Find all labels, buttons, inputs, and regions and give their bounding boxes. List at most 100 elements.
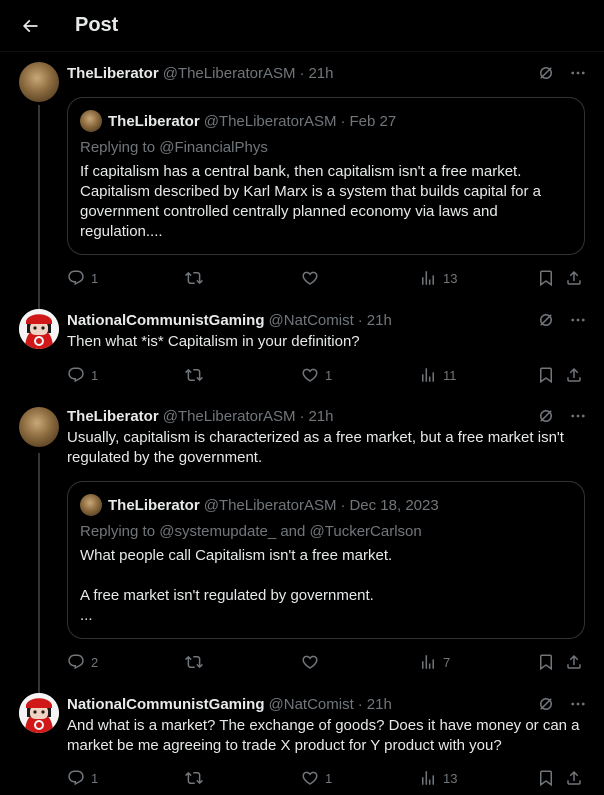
grok-icon[interactable] bbox=[536, 63, 556, 83]
quoted-post[interactable]: TheLiberator @TheLiberatorASM · Feb 27 R… bbox=[67, 97, 585, 255]
timestamp[interactable]: 21h bbox=[367, 696, 392, 713]
page-title: Post bbox=[75, 14, 119, 36]
back-button[interactable] bbox=[10, 6, 50, 46]
repost-button[interactable] bbox=[185, 268, 203, 288]
reply-count: 1 bbox=[91, 270, 99, 286]
author-handle[interactable]: @NatComist bbox=[269, 696, 354, 713]
grok-icon[interactable] bbox=[536, 310, 556, 330]
avatar-image bbox=[19, 693, 59, 733]
repost-button[interactable] bbox=[185, 652, 203, 672]
avatar[interactable] bbox=[19, 309, 59, 349]
avatar-image bbox=[19, 309, 59, 349]
action-bar: 1 13 bbox=[67, 268, 587, 288]
timestamp[interactable]: 21h bbox=[308, 65, 333, 82]
grok-icon[interactable] bbox=[536, 406, 556, 426]
share-button[interactable] bbox=[565, 365, 583, 385]
text-line: regulated by the government. bbox=[67, 449, 263, 466]
heart-icon bbox=[302, 655, 318, 669]
bookmark-button[interactable] bbox=[537, 268, 555, 288]
author-handle[interactable]: @TheLiberatorASM bbox=[163, 65, 296, 82]
like-count: 1 bbox=[325, 367, 333, 383]
post: TheLiberator @TheLiberatorASM · 21h TheL… bbox=[0, 52, 604, 298]
more-icon[interactable] bbox=[568, 694, 588, 714]
quoted-post[interactable]: TheLiberator @TheLiberatorASM · Dec 18, … bbox=[67, 481, 585, 639]
arrow-left-icon bbox=[22, 19, 38, 32]
views-icon bbox=[422, 655, 434, 669]
more-icon[interactable] bbox=[568, 63, 588, 83]
action-bar: 2 7 bbox=[67, 652, 587, 672]
avatar[interactable] bbox=[19, 62, 59, 102]
separator: · bbox=[299, 407, 305, 425]
share-button[interactable] bbox=[565, 268, 583, 288]
more-icon[interactable] bbox=[568, 406, 588, 426]
quoted-avatar bbox=[80, 494, 102, 516]
views-button[interactable]: 13 bbox=[419, 268, 457, 288]
author-name[interactable]: TheLiberator bbox=[67, 65, 159, 82]
repost-button[interactable] bbox=[185, 365, 203, 385]
quoted-text: If capitalism has a central bank, then c… bbox=[80, 162, 570, 242]
views-button[interactable]: 7 bbox=[419, 652, 450, 672]
author-handle[interactable]: @NatComist bbox=[269, 312, 354, 329]
text-line bbox=[80, 566, 570, 586]
bookmark-icon bbox=[540, 270, 552, 287]
heart-icon bbox=[302, 271, 318, 285]
like-button[interactable] bbox=[301, 652, 325, 672]
timestamp[interactable]: 21h bbox=[308, 408, 333, 425]
reply-button[interactable]: 1 bbox=[67, 268, 98, 288]
top-bar: Post bbox=[0, 0, 604, 52]
avatar[interactable] bbox=[19, 693, 59, 733]
text-line: regulation.... bbox=[80, 223, 163, 240]
like-button[interactable]: 1 bbox=[301, 768, 332, 788]
bookmark-button[interactable] bbox=[537, 365, 555, 385]
reply-icon bbox=[68, 770, 84, 786]
views-icon bbox=[422, 271, 434, 285]
author-name[interactable]: NationalCommunistGaming bbox=[67, 312, 265, 329]
author-name[interactable]: TheLiberator bbox=[67, 408, 159, 425]
text-line: A free market isn't regulated by governm… bbox=[80, 587, 374, 604]
bookmark-icon bbox=[540, 367, 552, 384]
post: NationalCommunistGaming @NatComist · 21h… bbox=[0, 299, 604, 397]
share-button[interactable] bbox=[565, 652, 583, 672]
timestamp[interactable]: 21h bbox=[367, 312, 392, 329]
replying-to: Replying to @FinancialPhys bbox=[80, 139, 268, 156]
bookmark-button[interactable] bbox=[537, 768, 555, 788]
quoted-author-handle: @TheLiberatorASM bbox=[203, 112, 337, 130]
repost-icon bbox=[185, 771, 203, 785]
repost-icon bbox=[185, 368, 203, 382]
repost-button[interactable] bbox=[185, 768, 203, 788]
text-line: And what is a market? The exchange of go… bbox=[67, 717, 580, 734]
text-line: What people call Capitalism isn't a free… bbox=[80, 547, 393, 564]
avatar[interactable] bbox=[19, 407, 59, 447]
like-count: 1 bbox=[325, 770, 333, 786]
separator: · bbox=[340, 112, 346, 130]
quoted-author-handle: @TheLiberatorASM bbox=[203, 496, 337, 514]
grok-icon[interactable] bbox=[536, 694, 556, 714]
quoted-timestamp: Dec 18, 2023 bbox=[349, 496, 439, 514]
views-button[interactable]: 11 bbox=[419, 365, 457, 385]
like-button[interactable] bbox=[301, 268, 325, 288]
post-text: Then what *is* Capitalism in your defini… bbox=[67, 333, 360, 350]
action-bar: 1 1 11 bbox=[67, 365, 587, 385]
like-button[interactable]: 1 bbox=[301, 365, 332, 385]
reply-count: 2 bbox=[91, 654, 99, 670]
more-icon[interactable] bbox=[568, 310, 588, 330]
reply-button[interactable]: 1 bbox=[67, 365, 98, 385]
post-header: NationalCommunistGaming @NatComist · 21h bbox=[67, 310, 588, 330]
reply-button[interactable]: 1 bbox=[67, 768, 98, 788]
quoted-header: TheLiberator @TheLiberatorASM · Feb 27 bbox=[80, 110, 396, 132]
share-button[interactable] bbox=[565, 768, 583, 788]
views-button[interactable]: 13 bbox=[419, 768, 457, 788]
reply-button[interactable]: 2 bbox=[67, 652, 98, 672]
views-icon bbox=[422, 368, 434, 382]
views-count: 11 bbox=[443, 367, 457, 383]
author-handle[interactable]: @TheLiberatorASM bbox=[163, 408, 296, 425]
text-line: market be me agreeing to trade X product… bbox=[67, 737, 502, 754]
heart-icon bbox=[302, 771, 318, 785]
bookmark-button[interactable] bbox=[537, 652, 555, 672]
author-name[interactable]: NationalCommunistGaming bbox=[67, 696, 265, 713]
views-count: 13 bbox=[443, 270, 458, 286]
share-icon bbox=[567, 270, 581, 285]
repost-icon bbox=[185, 271, 203, 285]
post-text: And what is a market? The exchange of go… bbox=[67, 716, 587, 756]
quoted-header: TheLiberator @TheLiberatorASM · Dec 18, … bbox=[80, 494, 439, 516]
